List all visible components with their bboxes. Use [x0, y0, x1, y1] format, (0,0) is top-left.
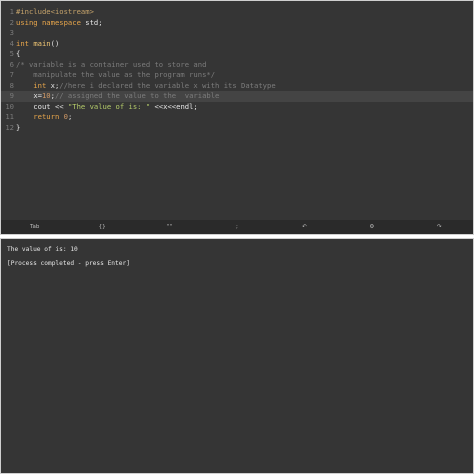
code-token: std;: [85, 17, 103, 27]
line-number: 10: [5, 101, 14, 111]
line-number: 2: [9, 17, 14, 27]
code-line[interactable]: 5{: [1, 49, 473, 60]
code-token: (): [50, 38, 60, 48]
code-line[interactable]: 11 return 0;: [1, 112, 473, 123]
code-text[interactable]: cout << "The value of is: " <<x<<endl;: [16, 101, 198, 113]
code-line[interactable]: 4 int main(): [1, 39, 473, 50]
program-output-line: The value of is: 10: [7, 246, 78, 253]
code-line[interactable]: 8 int x;//here i declared the variable x…: [1, 81, 473, 92]
line-number: 9: [9, 91, 14, 100]
line-number: 5: [9, 49, 14, 58]
undo-icon[interactable]: ↶: [271, 220, 338, 234]
code-editor-panel[interactable]: 1 #include<iostream> 2 using namespace std;…: [0, 0, 474, 235]
code-token: ;: [67, 112, 73, 121]
code-token: namespace: [41, 17, 86, 27]
code-line[interactable]: 9 x=10;// assigned the value to the vari…: [1, 91, 473, 102]
code-text[interactable]: manipulate the value as the program runs…: [16, 70, 215, 81]
code-token: return: [16, 112, 64, 121]
code-token: //here i declared the variable x with it…: [59, 80, 276, 90]
code-text[interactable]: /* variable is a container used to store…: [16, 60, 206, 71]
code-token: #include<iostream>: [16, 7, 94, 16]
code-area[interactable]: 1 #include<iostream> 2 using namespace std;…: [1, 7, 473, 133]
semicolon-key[interactable]: ;: [203, 220, 270, 234]
code-text[interactable]: #include<iostream>: [16, 7, 94, 18]
line-number: 4: [9, 38, 14, 48]
code-text[interactable]: using namespace std;: [16, 18, 103, 29]
braces-key[interactable]: {}: [68, 220, 135, 234]
code-line[interactable]: 3: [1, 28, 473, 39]
line-number: 1: [9, 7, 14, 16]
code-line[interactable]: 7 manipulate the value as the program ru…: [1, 70, 473, 81]
code-text[interactable]: int main(): [16, 39, 59, 50]
code-line[interactable]: 10 cout << "The value of is: " <<x<<endl…: [1, 102, 473, 113]
code-text[interactable]: int x;//here i declared the variable x w…: [16, 80, 276, 92]
code-text[interactable]: x=10;// assigned the value to the variab…: [16, 91, 219, 102]
code-line[interactable]: 2 using namespace std;: [1, 18, 473, 29]
code-text[interactable]: }: [16, 123, 20, 134]
line-number: 7: [9, 70, 14, 79]
code-token: x=: [33, 91, 42, 100]
tab-key[interactable]: Tab: [1, 220, 68, 234]
code-token: 10: [41, 91, 51, 100]
terminal-output-panel[interactable]: The value of is: 10 [Process completed -…: [0, 238, 474, 474]
code-token: <<: [54, 101, 68, 111]
code-token: main: [33, 38, 51, 48]
code-token: manipulate the value as the program runs…: [16, 70, 216, 79]
code-token: {: [16, 49, 21, 58]
code-token: }: [16, 122, 21, 132]
code-text[interactable]: {: [16, 49, 20, 60]
code-line[interactable]: 6/* variable is a container used to stor…: [1, 60, 473, 71]
code-text[interactable]: return 0;: [16, 112, 72, 123]
code-line[interactable]: 1 #include<iostream>: [1, 7, 473, 18]
redo-icon[interactable]: ↷: [406, 220, 473, 234]
line-number: 11: [5, 112, 14, 121]
line-number: 3: [9, 28, 14, 37]
code-token: "The value of is: ": [67, 101, 151, 111]
code-token: cout: [16, 101, 55, 111]
code-token: <<x<<endl;: [150, 101, 198, 111]
extra-keys-bar: Tab{} ""; ↶ ⚙ ↷: [1, 220, 473, 234]
code-token: /* variable is a container used to store…: [16, 59, 207, 69]
settings-icon[interactable]: ⚙: [338, 220, 405, 234]
line-number: 6: [9, 59, 14, 69]
code-token: // assigned the value to the variable: [54, 91, 220, 100]
quotes-key[interactable]: "": [136, 220, 203, 234]
code-token: using: [16, 17, 42, 27]
process-status-line: [Process completed - press Enter]: [7, 260, 130, 267]
code-token: int: [16, 80, 51, 90]
code-token: int: [16, 38, 34, 48]
line-number: 12: [5, 122, 14, 132]
code-token: x;: [50, 80, 60, 90]
line-number: 8: [9, 80, 14, 90]
code-line[interactable]: 12}: [1, 123, 473, 134]
